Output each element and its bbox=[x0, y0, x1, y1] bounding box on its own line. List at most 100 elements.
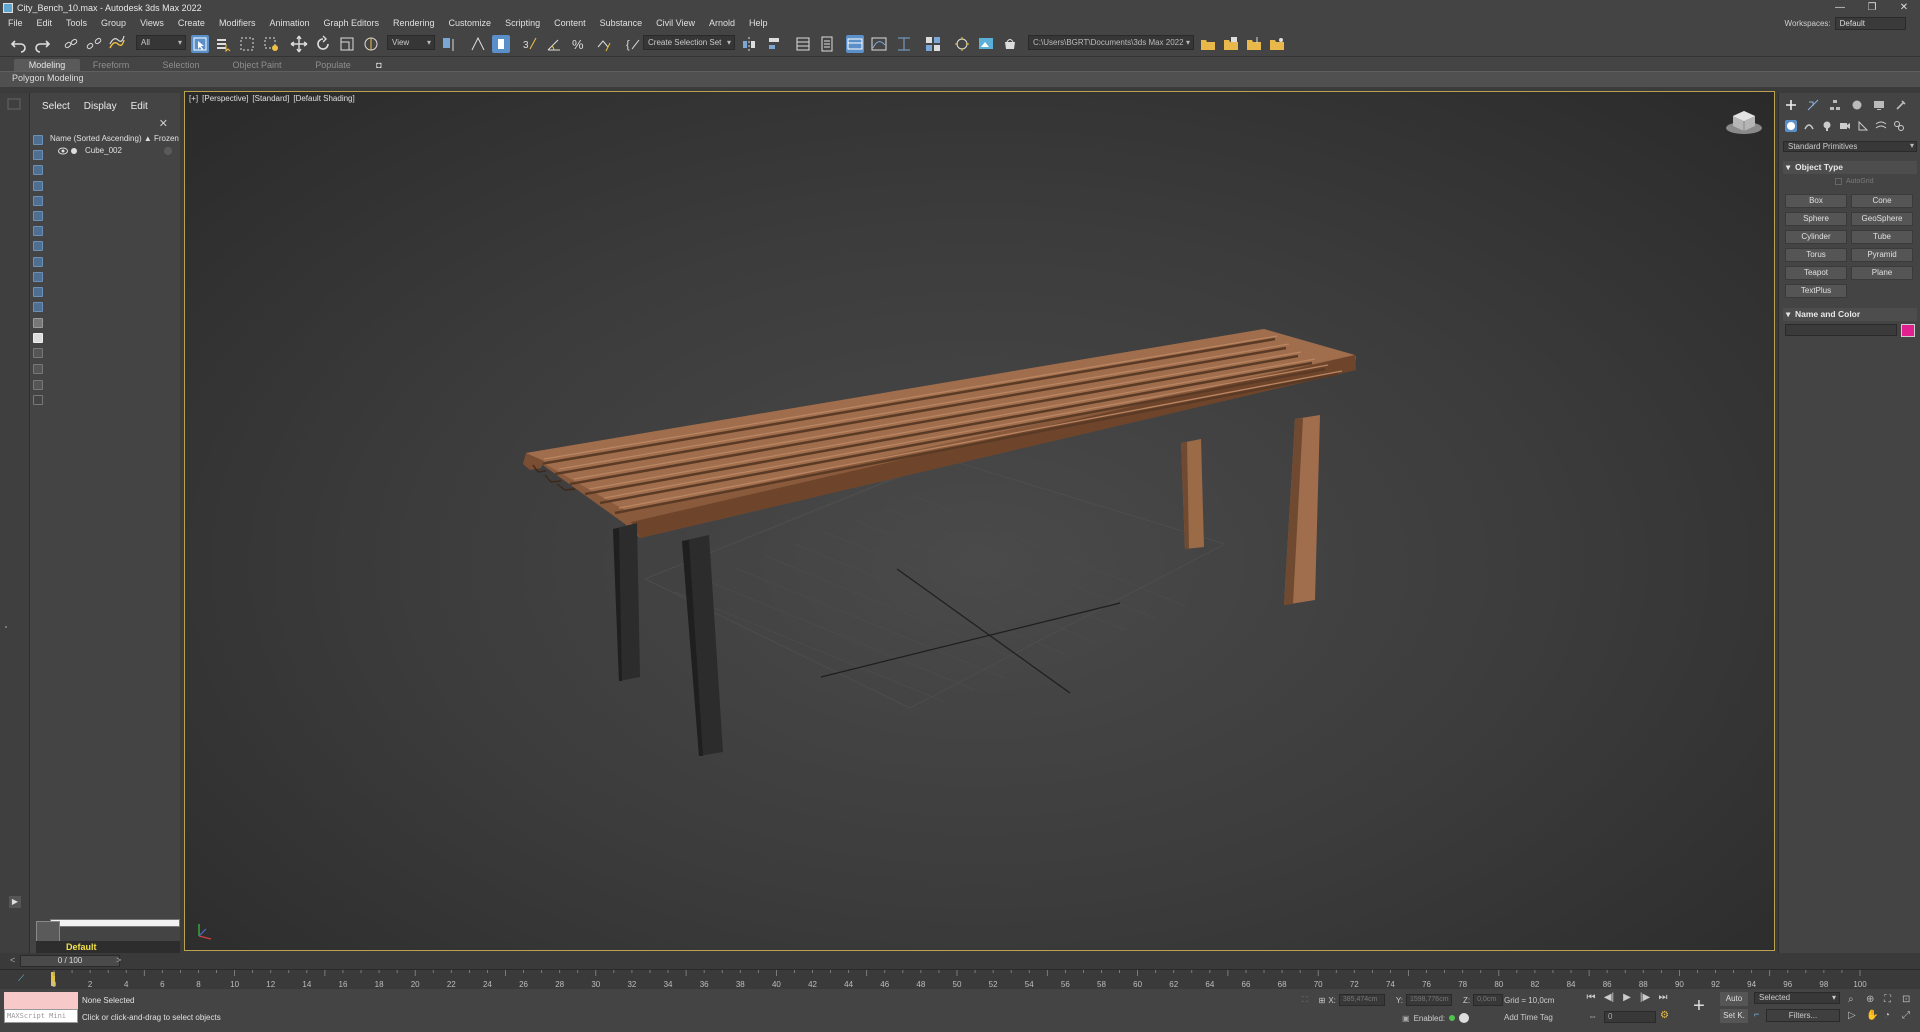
app-icon[interactable] bbox=[3, 3, 13, 13]
menu-modifiers[interactable]: Modifiers bbox=[212, 16, 263, 31]
key-filter-dropdown[interactable]: Selected bbox=[1754, 992, 1840, 1004]
polygon-modeling-label[interactable]: Polygon Modeling bbox=[12, 73, 84, 83]
window-crossing-icon[interactable] bbox=[262, 35, 280, 53]
geometry-category-icon[interactable] bbox=[1785, 120, 1797, 132]
set-key-button[interactable]: Set K. bbox=[1720, 1009, 1748, 1023]
menu-edit[interactable]: Edit bbox=[30, 16, 60, 31]
layer-explorer-icon[interactable] bbox=[794, 35, 812, 53]
add-time-tag-button[interactable]: Add Time Tag bbox=[1504, 1013, 1553, 1022]
collapse-toggle-icon[interactable]: ▶ bbox=[9, 896, 21, 908]
primitive-type-dropdown[interactable]: Standard Primitives bbox=[1783, 141, 1917, 152]
filter-geometry-icon[interactable] bbox=[33, 135, 43, 145]
zoom-icon[interactable]: ⌕ bbox=[1848, 994, 1864, 1005]
edit-named-selection-icon[interactable]: { bbox=[624, 35, 642, 53]
auto-key-button[interactable]: Auto bbox=[1720, 992, 1748, 1006]
previous-frame-icon[interactable]: ◀| bbox=[1602, 992, 1616, 1003]
filter-spacewarps-icon[interactable] bbox=[33, 210, 43, 221]
bind-spacewarp-icon[interactable] bbox=[108, 35, 126, 53]
layer-explorer-toggle-icon[interactable] bbox=[36, 921, 60, 943]
menu-customize[interactable]: Customize bbox=[442, 16, 499, 31]
filter-helpers-icon[interactable] bbox=[33, 195, 43, 206]
angle-snap-icon[interactable] bbox=[545, 35, 563, 53]
render-setup-icon[interactable] bbox=[953, 35, 971, 53]
tab-display[interactable]: Display bbox=[84, 101, 117, 112]
geosphere-button[interactable]: GeoSphere bbox=[1851, 212, 1913, 226]
layer-icon[interactable] bbox=[33, 394, 43, 405]
shapes-category-icon[interactable] bbox=[1803, 120, 1815, 132]
menu-group[interactable]: Group bbox=[94, 16, 133, 31]
tab-freeform[interactable]: Freeform bbox=[84, 59, 138, 71]
isolate-selection-icon[interactable]: ⛶ bbox=[1302, 995, 1308, 1005]
maximize-button[interactable]: ❐ bbox=[1856, 0, 1888, 16]
y-coordinate-field[interactable]: 1598,776cm bbox=[1406, 994, 1452, 1006]
project-folder-dropdown[interactable]: C:\Users\BGRT\Documents\3ds Max 2022 bbox=[1028, 35, 1194, 50]
select-and-manipulate-icon[interactable] bbox=[469, 35, 487, 53]
plane-button[interactable]: Plane bbox=[1851, 266, 1913, 280]
redo-icon[interactable] bbox=[33, 35, 51, 53]
name-and-color-rollout[interactable]: Name and Color bbox=[1783, 308, 1917, 321]
teapot-button[interactable]: Teapot bbox=[1785, 266, 1847, 280]
torus-button[interactable]: Torus bbox=[1785, 248, 1847, 262]
time-slider-next-arrow[interactable]: > bbox=[116, 955, 121, 965]
material-editor-icon[interactable] bbox=[924, 35, 942, 53]
display-none-icon[interactable] bbox=[33, 333, 43, 344]
filter-groups-icon[interactable] bbox=[33, 226, 43, 237]
maxscript-input[interactable]: MAXScript Mini bbox=[4, 1009, 78, 1023]
schematic-view-icon[interactable] bbox=[895, 35, 913, 53]
object-type-rollout[interactable]: Object Type bbox=[1783, 161, 1917, 174]
menu-tools[interactable]: Tools bbox=[59, 16, 94, 31]
filter-lights-icon[interactable] bbox=[33, 165, 43, 176]
absolute-mode-icon[interactable]: ⊞ bbox=[1319, 996, 1326, 1005]
zoom-extents-icon[interactable]: ⛶ bbox=[1884, 994, 1900, 1005]
menu-content[interactable]: Content bbox=[547, 16, 593, 31]
modify-tab-icon[interactable] bbox=[1807, 99, 1819, 111]
display-all-icon[interactable] bbox=[33, 318, 43, 329]
tab-edit[interactable]: Edit bbox=[131, 101, 148, 112]
motion-tab-icon[interactable] bbox=[1851, 99, 1863, 111]
cylinder-button[interactable]: Cylinder bbox=[1785, 230, 1847, 244]
curve-editor-icon[interactable] bbox=[870, 35, 888, 53]
scale-icon[interactable] bbox=[338, 35, 356, 53]
open-folder-icon[interactable] bbox=[1222, 35, 1240, 53]
autogrid-check-icon[interactable] bbox=[1835, 178, 1842, 185]
menu-file[interactable]: File bbox=[0, 16, 30, 31]
tab-selection[interactable]: Selection bbox=[154, 59, 208, 71]
cameras-category-icon[interactable] bbox=[1839, 120, 1851, 132]
maxscript-listener[interactable]: MAXScript Mini bbox=[4, 992, 78, 1026]
minimize-button[interactable]: — bbox=[1824, 0, 1856, 16]
time-configuration-icon[interactable]: ⚙ bbox=[1660, 1010, 1669, 1021]
current-frame-field[interactable]: 0 bbox=[1604, 1011, 1656, 1023]
pivot-center-icon[interactable] bbox=[440, 35, 458, 53]
mini-curve-editor-icon[interactable]: ⟋ bbox=[18, 973, 24, 984]
move-icon[interactable] bbox=[290, 35, 308, 53]
goto-start-icon[interactable]: ⏮ bbox=[1584, 992, 1598, 1003]
workspace-dropdown[interactable]: Default bbox=[1834, 17, 1906, 30]
save-folder-icon[interactable] bbox=[1245, 35, 1263, 53]
tab-object-paint[interactable]: Object Paint bbox=[224, 59, 290, 71]
selection-filter-dropdown[interactable]: All bbox=[136, 35, 186, 50]
filter-shapes-icon[interactable] bbox=[33, 150, 43, 161]
zoom-extents-all-icon[interactable]: ⊡ bbox=[1902, 994, 1918, 1005]
object-color-swatch[interactable] bbox=[1901, 324, 1915, 337]
filter-hidden-icon[interactable] bbox=[33, 302, 43, 313]
goto-end-icon[interactable]: ⏭ bbox=[1656, 992, 1670, 1003]
selection-lock-icon[interactable]: ▣ bbox=[1402, 1014, 1410, 1023]
tab-modeling[interactable]: Modeling bbox=[14, 59, 80, 71]
menu-create[interactable]: Create bbox=[171, 16, 212, 31]
textplus-button[interactable]: TextPlus bbox=[1785, 284, 1847, 298]
z-coordinate-field[interactable]: 0,0cm bbox=[1473, 994, 1504, 1006]
rectangular-selection-icon[interactable] bbox=[238, 35, 256, 53]
box-button[interactable]: Box bbox=[1785, 194, 1847, 208]
key-filters-button[interactable]: Filters... bbox=[1766, 1009, 1840, 1022]
rotate-icon[interactable] bbox=[314, 35, 332, 53]
cone-button[interactable]: Cone bbox=[1851, 194, 1913, 208]
explorer-scrollbar[interactable] bbox=[50, 919, 180, 927]
menu-views[interactable]: Views bbox=[133, 16, 171, 31]
close-icon[interactable]: ✕ bbox=[159, 117, 168, 130]
freeze-toggle-icon[interactable] bbox=[164, 146, 172, 155]
menu-animation[interactable]: Animation bbox=[262, 16, 316, 31]
toggle-ribbon-icon[interactable] bbox=[846, 35, 864, 53]
scene-canvas[interactable] bbox=[185, 92, 1774, 950]
place-icon[interactable] bbox=[362, 35, 380, 53]
mirror-icon[interactable] bbox=[740, 35, 758, 53]
